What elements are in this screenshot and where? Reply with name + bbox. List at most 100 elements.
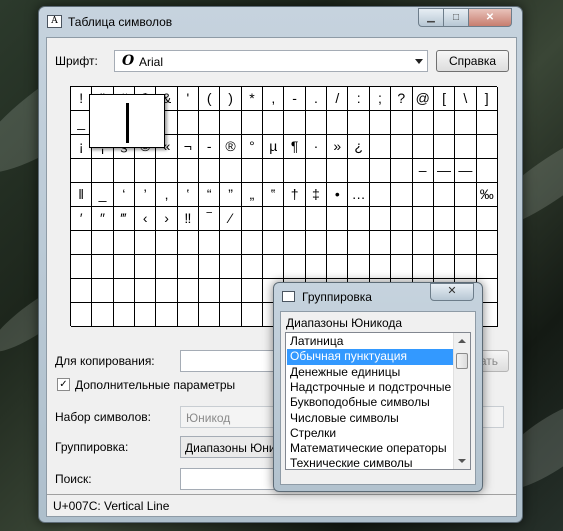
char-cell[interactable]: - [199,135,221,159]
char-cell[interactable] [113,255,136,279]
char-cell[interactable]: ¬ [177,135,200,159]
char-cell[interactable] [177,279,200,303]
char-cell[interactable]: ' [177,87,200,111]
char-cell[interactable] [412,255,434,279]
char-cell[interactable] [156,255,178,279]
char-cell[interactable] [199,159,221,183]
char-cell[interactable] [71,255,93,279]
char-cell[interactable] [476,159,498,183]
char-cell[interactable]: · [305,135,328,159]
char-cell[interactable] [412,183,434,207]
char-cell[interactable]: ? [391,87,413,111]
char-cell[interactable] [305,207,328,231]
scroll-up-arrow-icon[interactable] [458,339,466,343]
char-cell[interactable]: ; [369,87,392,111]
char-cell[interactable] [284,255,306,279]
char-cell[interactable] [135,255,157,279]
char-cell[interactable] [391,183,413,207]
char-cell[interactable]: † [284,183,306,207]
char-cell[interactable] [92,279,114,303]
char-cell[interactable] [305,159,328,183]
grouping-list-item[interactable]: Математические операторы [287,441,453,456]
char-cell[interactable] [71,303,93,327]
char-cell[interactable] [369,111,392,135]
char-cell[interactable]: ″ [92,207,114,231]
char-cell[interactable]: „ [241,183,264,207]
char-cell[interactable] [476,255,498,279]
char-cell[interactable] [177,111,200,135]
char-cell[interactable] [412,231,434,255]
close-button[interactable]: ✕ [468,8,512,27]
listbox-scrollbar[interactable] [453,333,470,469]
char-cell[interactable] [433,207,456,231]
char-cell[interactable] [156,303,178,327]
char-cell[interactable]: » [327,135,349,159]
char-cell[interactable] [433,255,456,279]
char-cell[interactable] [284,111,306,135]
char-cell[interactable]: ] [476,87,498,111]
char-cell[interactable] [177,255,200,279]
char-cell[interactable] [113,279,136,303]
char-cell[interactable] [220,231,242,255]
char-cell[interactable] [241,303,264,327]
char-cell[interactable] [369,255,392,279]
char-cell[interactable]: . [305,87,328,111]
char-cell[interactable] [369,135,392,159]
char-cell[interactable]: ‴ [113,207,136,231]
char-cell[interactable]: / [327,87,349,111]
char-cell[interactable] [220,255,242,279]
char-cell[interactable]: ⁄ [220,207,242,231]
char-cell[interactable] [92,255,114,279]
char-cell[interactable] [199,279,221,303]
char-cell[interactable] [177,231,200,255]
grouping-dropdown[interactable]: Диапазоны Юникода [180,436,280,458]
char-cell[interactable] [455,183,477,207]
char-cell[interactable]: ) [220,87,242,111]
char-cell[interactable] [156,279,178,303]
char-cell[interactable]: … [348,183,370,207]
char-cell[interactable] [391,207,413,231]
char-cell[interactable] [241,111,264,135]
char-cell[interactable] [71,159,93,183]
char-cell[interactable] [135,303,157,327]
char-cell[interactable] [433,111,456,135]
char-cell[interactable] [135,231,157,255]
font-dropdown[interactable]: O Arial [114,50,428,72]
char-cell[interactable] [199,231,221,255]
char-cell[interactable]: ‖ [71,183,93,207]
char-cell[interactable] [241,207,264,231]
grouping-list-item[interactable]: Числовые символы [287,411,453,426]
search-field[interactable] [180,468,280,490]
char-cell[interactable]: ‹ [135,207,157,231]
char-cell[interactable] [348,207,370,231]
char-cell[interactable] [220,111,242,135]
char-cell[interactable] [177,159,200,183]
char-cell[interactable] [348,255,370,279]
maximize-button[interactable]: □ [443,8,469,27]
char-cell[interactable]: ¶ [284,135,306,159]
char-cell[interactable] [113,231,136,255]
char-cell[interactable] [348,111,370,135]
char-cell[interactable] [327,159,349,183]
char-cell[interactable]: \ [455,87,477,111]
char-cell[interactable] [284,231,306,255]
char-cell[interactable]: _ [92,183,114,207]
char-cell[interactable] [391,231,413,255]
grouping-list-item[interactable]: Буквоподобные символы [287,395,453,410]
char-cell[interactable] [391,135,413,159]
char-cell[interactable]: ‚ [156,183,178,207]
char-cell[interactable] [156,159,178,183]
char-cell[interactable] [433,135,456,159]
char-cell[interactable] [455,111,477,135]
char-cell[interactable] [113,303,136,327]
advanced-view-checkbox[interactable]: ✓ [57,378,70,391]
grouping-listbox[interactable]: Латиница Обычная пунктуация Денежные едини… [285,332,471,470]
char-cell[interactable] [327,207,349,231]
char-cell[interactable] [199,255,221,279]
grouping-list-item[interactable]: Технические символы [287,456,453,469]
char-cell[interactable] [241,279,264,303]
char-cell[interactable] [284,159,306,183]
scroll-thumb[interactable] [456,353,468,369]
char-cell[interactable] [369,159,392,183]
char-cell[interactable] [113,159,136,183]
